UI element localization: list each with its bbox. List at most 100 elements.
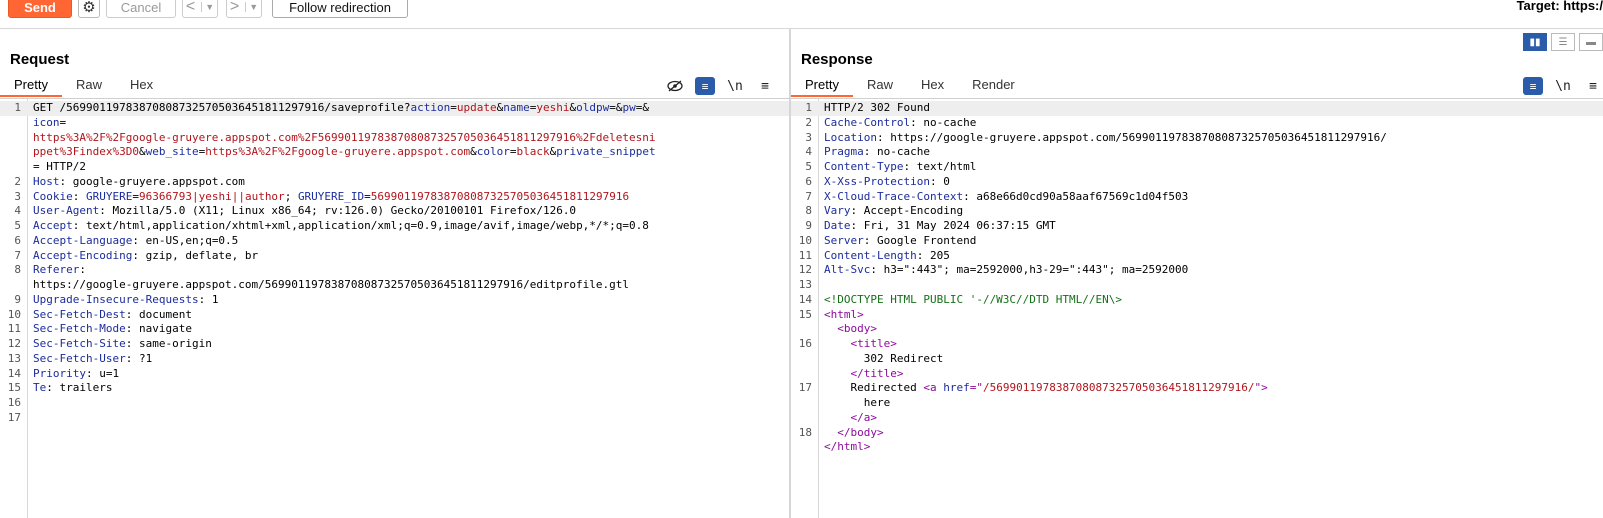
split-horizontal-icon[interactable]: ▮▮ [1523,33,1547,51]
code-text: GET /56990119783870808732570503645181129… [21,101,649,116]
line-number: 10 [7,307,21,321]
forward-button[interactable]: > ▼ [226,0,262,18]
chevron-down-icon[interactable]: ▼ [245,2,258,12]
code-line: 16 <title> [791,337,1603,352]
gear-icon[interactable]: ⚙ [78,0,100,18]
split-vertical-icon[interactable]: ☰ [1551,33,1575,51]
code-line: = HTTP/2 [0,160,789,175]
code-token: = [132,189,139,203]
code-token: & [470,145,477,159]
tab-hex[interactable]: Hex [116,75,167,97]
tab-raw[interactable]: Raw [853,75,907,97]
send-button[interactable]: Send [8,0,72,18]
code-token: : [72,189,86,203]
tab-pretty[interactable]: Pretty [791,75,853,97]
back-button[interactable]: < ▼ [182,0,218,18]
line-number: 7 [14,248,21,262]
code-line: 15 <html> [791,308,1603,323]
code-token: Pragma [824,145,864,159]
code-token: private_snippet [556,145,656,159]
code-text: Host: google-gruyere.appspot.com [21,175,245,190]
tab-pretty[interactable]: Pretty [0,75,62,97]
code-line: 10 Server: Google Frontend [791,234,1603,249]
code-text: Server: Google Frontend [812,234,976,249]
code-text: Pragma: no-cache [812,145,930,160]
code-token: <html> [824,307,864,321]
request-tabs: Pretty Raw Hex [0,75,167,97]
line-number: 6 [805,174,812,188]
code-line: 4 User-Agent: Mozilla/5.0 (X11; Linux x86… [0,204,789,219]
forward-arrow-icon: > [229,0,240,15]
toolbar: Send ⚙ Cancel < ▼ > ▼ Follow redirection T… [0,0,1603,29]
code-text: here [812,396,891,411]
code-line: 13 Sec-Fetch-User: ?1 [0,352,789,367]
target-label: Target: https:/ [1516,0,1603,13]
follow-redirection-button[interactable]: Follow redirection [272,0,408,18]
code-token: : same-origin [125,337,212,350]
line-number: 3 [14,189,21,203]
newline-toggle-icon[interactable]: \n [725,77,745,95]
code-text: Accept-Language: en-US,en;q=0.5 [21,234,238,249]
code-line: 17 [0,411,789,426]
code-token: Sec-Fetch-Mode [33,322,126,336]
response-editor-icons: ≡ \n ≡ [1513,77,1603,95]
line-number: 1 [805,101,812,114]
eye-slash-icon[interactable] [665,77,685,95]
back-arrow-icon: < [185,0,196,15]
code-text: </html> [812,440,870,455]
code-token: update [456,101,497,114]
chevron-down-icon[interactable]: ▼ [201,2,214,12]
line-number: 9 [14,292,21,306]
code-token: Sec-Fetch-Dest [33,307,126,321]
code-token: <body> [837,322,877,336]
tab-hex[interactable]: Hex [907,75,958,97]
line-number: 5 [805,160,812,173]
code-token: icon [33,115,60,129]
code-token: Date [824,219,851,232]
cancel-button[interactable]: Cancel [106,0,176,18]
code-token: Accept-Encoding [33,248,133,262]
line-number: 15 [7,381,21,395]
response-editor[interactable]: 1 HTTP/2 302 Found 2 Cache-Control: no-cach… [791,99,1603,518]
line-number: 11 [7,322,21,336]
code-token: name [503,101,530,114]
tab-raw[interactable]: Raw [62,75,116,97]
code-token: Location [824,130,877,144]
code-token: </body> [837,425,884,439]
code-line: 11 Sec-Fetch-Mode: navigate [0,322,789,337]
menu-icon[interactable]: ≡ [1583,77,1603,95]
code-token: : no-cache [863,145,930,159]
code-text: Upgrade-Insecure-Requests: 1 [21,293,218,308]
line-number: 16 [798,337,812,350]
code-token: : 0 [929,174,950,188]
code-text: Sec-Fetch-Dest: document [21,308,192,323]
line-number: 16 [7,396,21,409]
code-token: https%3A%2F%2Fgoogle-gruyere.appspot.com… [33,130,656,144]
code-token: Sec-Fetch-User [33,351,126,365]
code-text: Content-Length: 205 [812,249,950,264]
wrap-lines-icon[interactable]: ≡ [1523,77,1543,95]
line-number: 14 [798,292,812,306]
code-token: Cache-Control [824,115,911,129]
tab-render[interactable]: Render [958,75,1029,97]
code-line: 6 X-Xss-Protection: 0 [791,175,1603,190]
code-token: </a> [850,410,878,424]
code-line: https://google-gruyere.appspot.com/56990… [0,278,789,293]
request-editor[interactable]: 1 GET /5699011978387080873257050364518112… [0,99,789,518]
code-line: 2 Cache-Control: no-cache [791,116,1603,131]
line-number: 1 [14,101,21,114]
code-token: & [138,145,146,159]
line-number [791,411,812,426]
code-token: : 1 [198,292,219,306]
menu-icon[interactable]: ≡ [755,77,775,95]
code-token: yeshi [536,101,570,114]
code-token: "> [1254,381,1268,395]
newline-toggle-icon[interactable]: \n [1553,77,1573,95]
code-text: Accept: text/html,application/xhtml+xml,… [21,219,649,234]
wrap-lines-icon[interactable]: ≡ [695,77,715,95]
single-pane-icon[interactable]: ▬ [1579,33,1603,51]
